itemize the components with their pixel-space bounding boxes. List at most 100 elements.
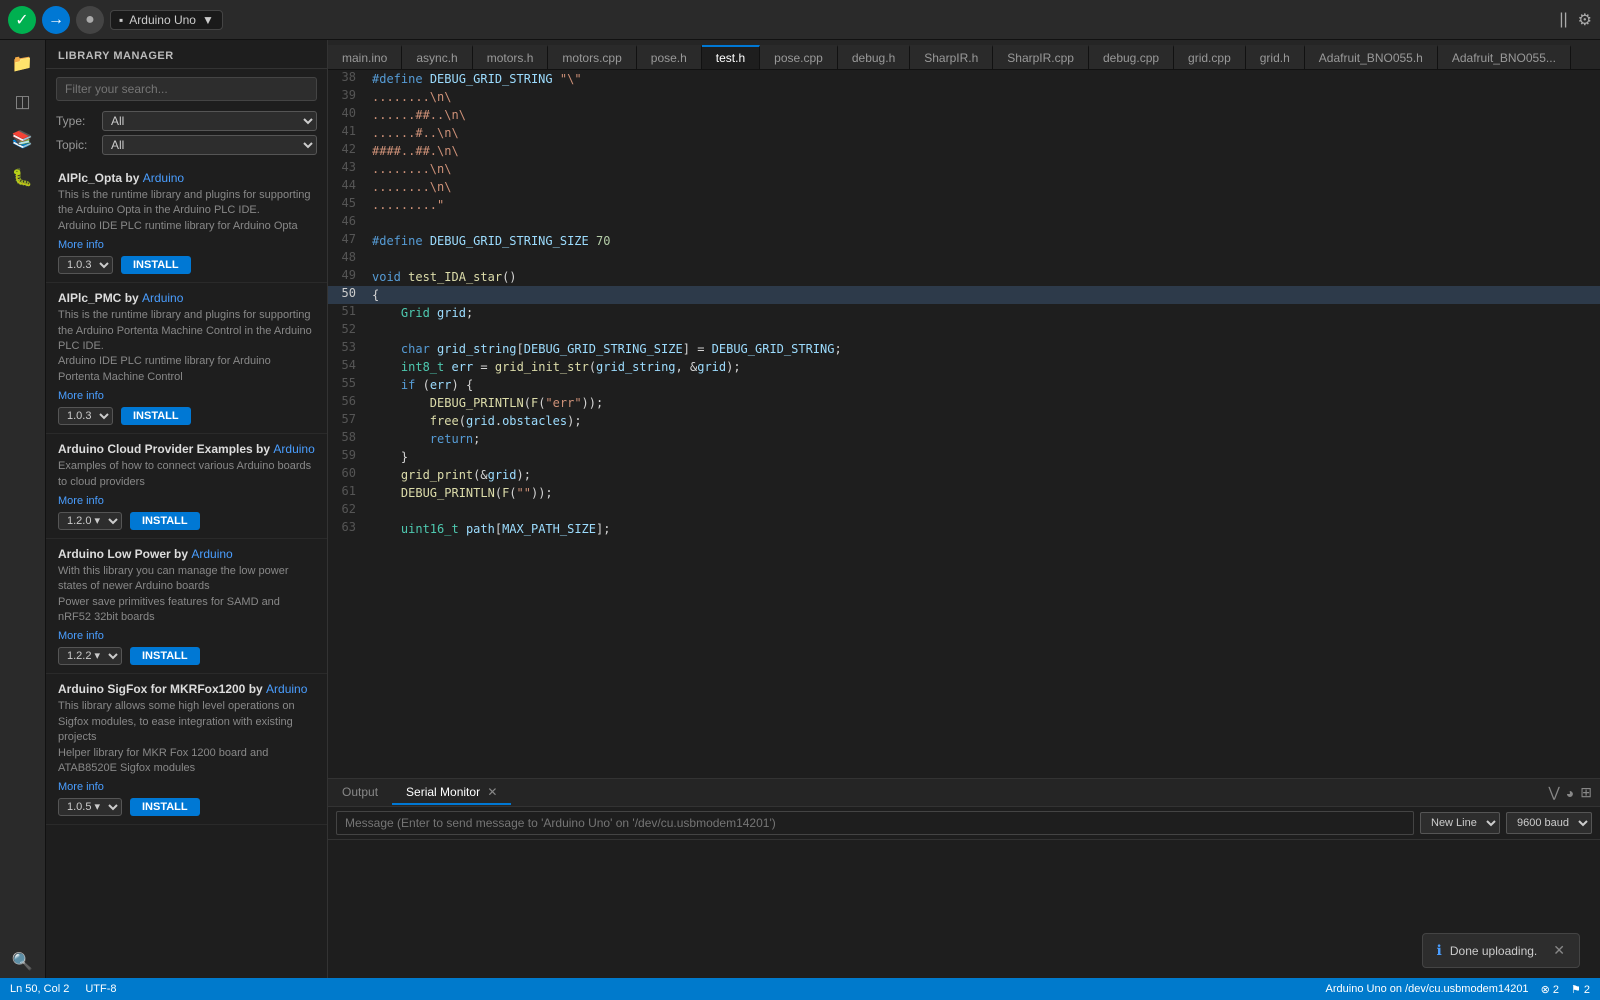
tab-motors-cpp[interactable]: motors.cpp xyxy=(548,45,636,69)
tab-pose-cpp[interactable]: pose.cpp xyxy=(760,45,838,69)
type-select[interactable]: All xyxy=(102,111,317,131)
list-item: AIPlc_PMC by Arduino This is the runtime… xyxy=(46,283,327,434)
notification-message: Done uploading. xyxy=(1450,944,1537,958)
collapse-button[interactable]: ⋁ xyxy=(1548,784,1559,801)
tab-sharpir-cpp[interactable]: SharpIR.cpp xyxy=(993,45,1089,69)
new-line-select[interactable]: New Line xyxy=(1420,812,1500,834)
lib-actions-3: 1.2.2 ▾ INSTALL xyxy=(58,647,315,665)
board-selector[interactable]: ▪ Arduino Uno ▼ xyxy=(110,10,223,30)
lib-version-select-0[interactable]: 1.0.3 xyxy=(58,256,113,274)
lib-name-3: Arduino Low Power xyxy=(58,547,171,561)
tab-serial-monitor[interactable]: Serial Monitor ✕ xyxy=(392,781,511,805)
lib-more-4[interactable]: More info xyxy=(58,781,104,793)
library-icon-button[interactable]: 📚 xyxy=(7,124,39,156)
lib-version-select-2[interactable]: 1.2.0 ▾ xyxy=(58,512,122,530)
topic-select[interactable]: All xyxy=(102,135,317,155)
code-line-41: 41 ......#..\n\ xyxy=(328,124,1600,142)
tab-grid-cpp[interactable]: grid.cpp xyxy=(1174,45,1246,69)
code-area: main.ino async.h motors.h motors.cpp pos… xyxy=(328,40,1600,978)
lib-install-button-2[interactable]: INSTALL xyxy=(130,512,200,530)
lib-more-2[interactable]: More info xyxy=(58,495,104,507)
bottom-actions: ⋁ ◕ ⊞ xyxy=(1548,784,1600,801)
search-icon-button[interactable]: 🔍 xyxy=(7,946,39,978)
lib-name-4: Arduino SigFox for MKRFox1200 xyxy=(58,682,245,696)
lib-more-1[interactable]: More info xyxy=(58,390,104,402)
board-name: Arduino Uno xyxy=(129,13,196,27)
tab-debug-h[interactable]: debug.h xyxy=(838,45,910,69)
code-editor[interactable]: 38 #define DEBUG_GRID_STRING "\" 39 ....… xyxy=(328,70,1600,778)
lib-more-0[interactable]: More info xyxy=(58,239,104,251)
done-notification: ℹ Done uploading. ✕ xyxy=(1422,933,1580,968)
lib-more-3[interactable]: More info xyxy=(58,630,104,642)
debug-button[interactable]: ● xyxy=(76,6,104,34)
code-line-45: 45 ........." xyxy=(328,196,1600,214)
clock-button[interactable]: ◕ xyxy=(1566,785,1574,801)
list-item: Arduino Low Power by Arduino With this l… xyxy=(46,539,327,675)
tab-grid-h[interactable]: grid.h xyxy=(1246,45,1305,69)
lib-title-4: Arduino SigFox for MKRFox1200 by Arduino xyxy=(58,682,315,696)
toolbar: ✓ → ● ▪ Arduino Uno ▼ || ⚙ xyxy=(0,0,1600,40)
list-item: Arduino Cloud Provider Examples by Ardui… xyxy=(46,434,327,539)
topic-filter-row: Topic: All xyxy=(46,133,327,157)
lib-version-select-3[interactable]: 1.2.2 ▾ xyxy=(58,647,122,665)
folder-icon-button[interactable]: 📁 xyxy=(7,48,39,80)
tab-main-ino[interactable]: main.ino xyxy=(328,45,402,69)
signal-icon-button[interactable]: || xyxy=(1550,11,1567,29)
lib-version-select-1[interactable]: 1.0.3 xyxy=(58,407,113,425)
list-item: AIPlc_Opta by Arduino This is the runtim… xyxy=(46,163,327,283)
serial-input-area: New Line 9600 baud xyxy=(328,807,1600,840)
lib-install-button-3[interactable]: INSTALL xyxy=(130,647,200,665)
library-search-input[interactable] xyxy=(56,77,317,101)
type-label: Type: xyxy=(56,114,94,128)
tab-test-h[interactable]: test.h xyxy=(702,45,760,69)
lib-install-button-1[interactable]: INSTALL xyxy=(121,407,191,425)
lib-install-button-0[interactable]: INSTALL xyxy=(121,256,191,274)
type-filter-row: Type: All xyxy=(46,109,327,133)
debug-icon-button[interactable]: 🐛 xyxy=(7,162,39,194)
serial-output xyxy=(328,840,1600,978)
tab-async-h[interactable]: async.h xyxy=(402,45,472,69)
lib-author-4: Arduino xyxy=(266,682,307,696)
code-line-52: 52 xyxy=(328,322,1600,340)
info-icon: ℹ xyxy=(1437,942,1442,959)
status-encoding: UTF-8 xyxy=(85,983,116,995)
settings-icon-button[interactable]: ⚙ xyxy=(1578,10,1592,30)
notification-close[interactable]: ✕ xyxy=(1553,942,1565,959)
code-line-60: 60 grid_print(&grid); xyxy=(328,466,1600,484)
code-line-53: 53 char grid_string[DEBUG_GRID_STRING_SI… xyxy=(328,340,1600,358)
code-line-46: 46 xyxy=(328,214,1600,232)
serial-monitor-close[interactable]: ✕ xyxy=(487,785,497,799)
library-list: AIPlc_Opta by Arduino This is the runtim… xyxy=(46,157,327,978)
lib-author-0: Arduino xyxy=(143,171,184,185)
tab-sharpir-h[interactable]: SharpIR.h xyxy=(910,45,993,69)
lib-desc-4: This library allows some high level oper… xyxy=(58,699,315,776)
code-line-57: 57 free(grid.obstacles); xyxy=(328,412,1600,430)
lib-title-0: AIPlc_Opta by Arduino xyxy=(58,171,315,185)
chevron-down-icon: ▼ xyxy=(202,13,214,27)
tab-adafruit-bno055-more[interactable]: Adafruit_BNO055... xyxy=(1438,45,1571,69)
tab-debug-cpp[interactable]: debug.cpp xyxy=(1089,45,1174,69)
tab-adafruit-bno055-h[interactable]: Adafruit_BNO055.h xyxy=(1305,45,1438,69)
serial-monitor-input[interactable] xyxy=(336,811,1414,835)
lib-title-2: Arduino Cloud Provider Examples by Ardui… xyxy=(58,442,315,456)
code-line-44: 44 ........\n\ xyxy=(328,178,1600,196)
baud-rate-select[interactable]: 9600 baud xyxy=(1506,812,1592,834)
boards-icon-button[interactable]: ◫ xyxy=(7,86,39,118)
tab-motors-h[interactable]: motors.h xyxy=(473,45,549,69)
grid-button[interactable]: ⊞ xyxy=(1580,784,1592,801)
board-icon: ▪ xyxy=(119,13,123,27)
upload-button[interactable]: → xyxy=(42,6,70,34)
verify-button[interactable]: ✓ xyxy=(8,6,36,34)
code-line-42: 42 ####..##.\n\ xyxy=(328,142,1600,160)
code-line-48: 48 xyxy=(328,250,1600,268)
lib-desc-2: Examples of how to connect various Ardui… xyxy=(58,459,315,490)
lib-name-2: Arduino Cloud Provider Examples xyxy=(58,442,253,456)
lib-install-button-4[interactable]: INSTALL xyxy=(130,798,200,816)
icon-bar: 📁 ◫ 📚 🐛 🔍 xyxy=(0,40,46,978)
status-bar: Ln 50, Col 2 UTF-8 Arduino Uno on /dev/c… xyxy=(0,978,1600,1000)
tab-pose-h[interactable]: pose.h xyxy=(637,45,702,69)
lib-version-select-4[interactable]: 1.0.5 ▾ xyxy=(58,798,122,816)
lib-actions-4: 1.0.5 ▾ INSTALL xyxy=(58,798,315,816)
tab-output[interactable]: Output xyxy=(328,781,392,805)
lib-desc-1: This is the runtime library and plugins … xyxy=(58,308,315,385)
